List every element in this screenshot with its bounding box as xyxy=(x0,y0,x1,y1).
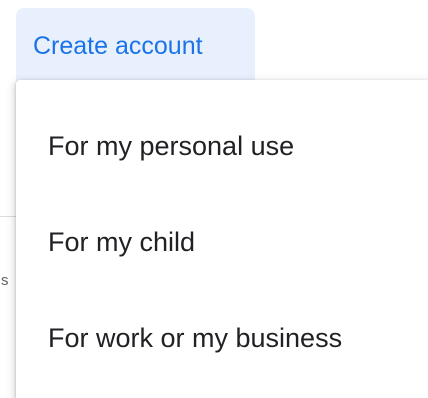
background-text-fragment: s xyxy=(1,272,9,289)
background-divider xyxy=(0,216,16,217)
create-account-button[interactable]: Create account xyxy=(16,8,255,84)
create-account-menu: For my personal use For my child For wor… xyxy=(16,80,428,398)
page: s Create account For my personal use For… xyxy=(0,0,428,398)
menu-item-child[interactable]: For my child xyxy=(16,200,428,296)
menu-item-personal-use[interactable]: For my personal use xyxy=(16,104,428,200)
menu-item-work-business[interactable]: For work or my business xyxy=(16,296,428,392)
